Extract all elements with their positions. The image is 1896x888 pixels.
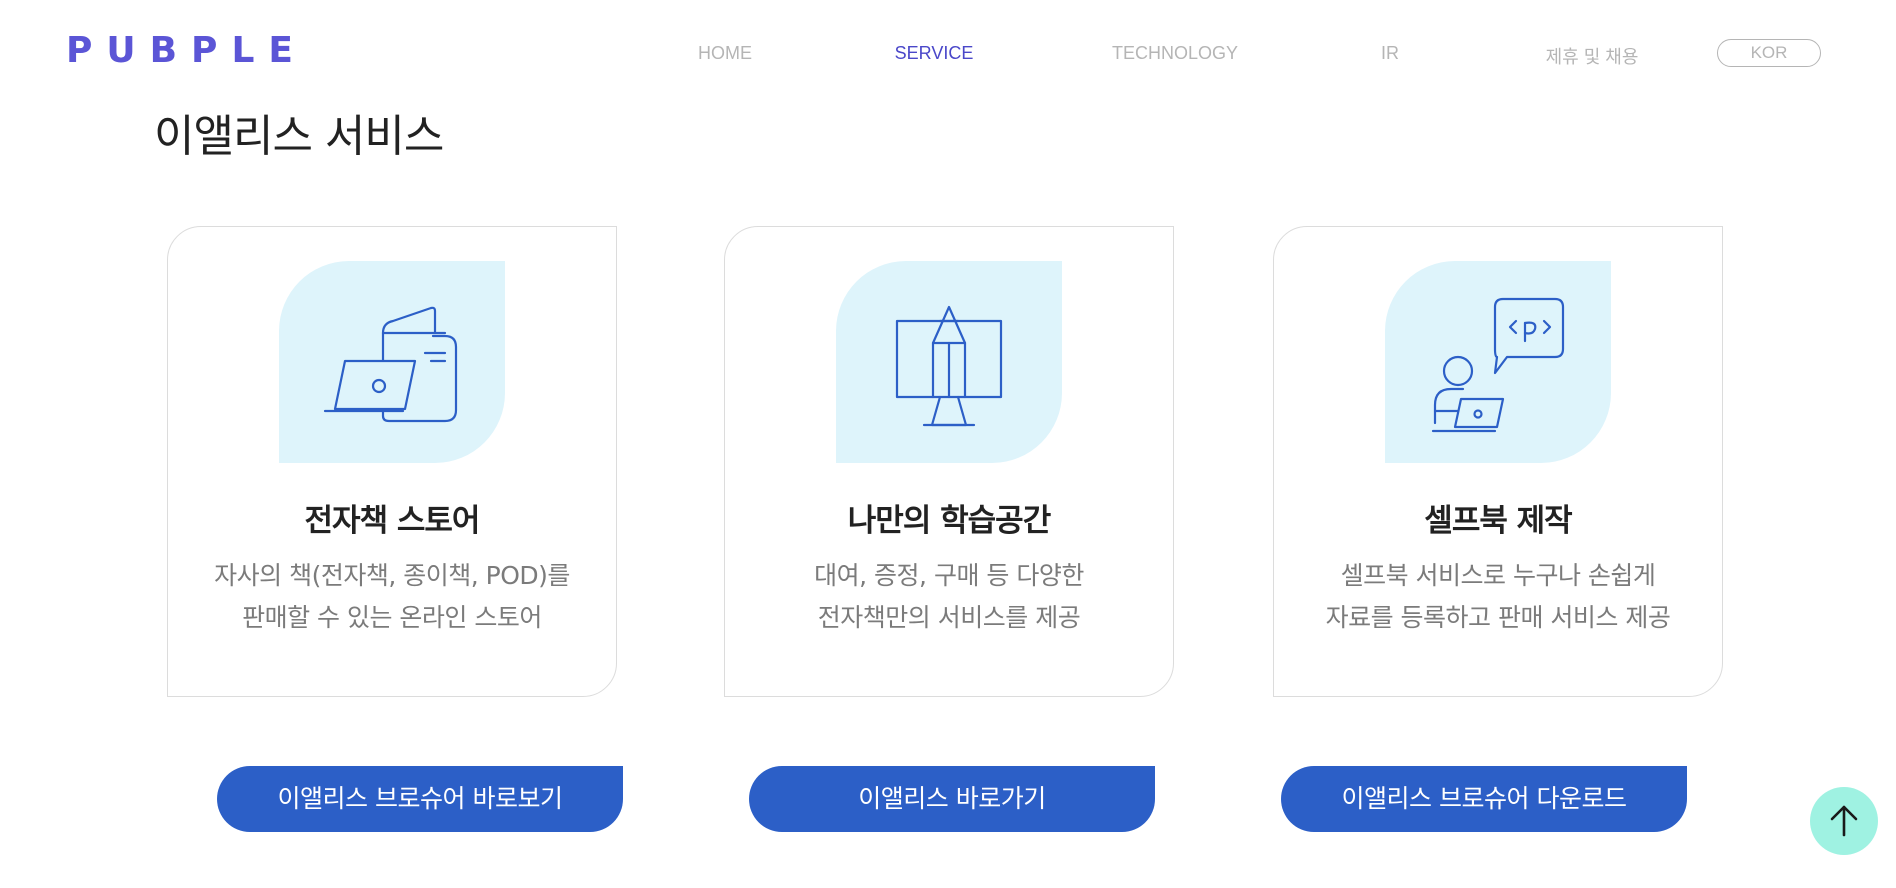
arrow-up-icon — [1830, 805, 1858, 837]
card-icon-background — [836, 261, 1062, 463]
ebook-laptop-icon — [323, 306, 458, 423]
card-description: 자사의 책(전자책, 종이책, POD)를 판매할 수 있는 온라인 스토어 — [168, 555, 616, 639]
service-card-ebook-store: 전자책 스토어 자사의 책(전자책, 종이책, POD)를 판매할 수 있는 온… — [167, 226, 617, 697]
card-description-line: 셀프북 서비스로 누구나 손쉽게 — [1340, 561, 1656, 590]
card-description-line: 판매할 수 있는 온라인 스토어 — [242, 603, 542, 632]
main-nav: HOME SERVICE TECHNOLOGY IR 제휴 및 채용 KOR — [0, 0, 1896, 108]
language-selector[interactable]: KOR — [1717, 39, 1821, 67]
service-card-learning-space: 나만의 학습공간 대여, 증정, 구매 등 다양한 전자책만의 서비스를 제공 — [724, 226, 1174, 697]
nav-partnership-careers[interactable]: 제휴 및 채용 — [1546, 43, 1639, 69]
card-title: 나만의 학습공간 — [847, 503, 1051, 539]
nav-home[interactable]: HOME — [698, 43, 752, 64]
card-description: 대여, 증정, 구매 등 다양한 전자책만의 서비스를 제공 — [725, 555, 1173, 639]
service-card-selfbook: 셀프북 제작 셀프북 서비스로 누구나 손쉽게 자료를 등록하고 판매 서비스 … — [1273, 226, 1723, 697]
nav-ir[interactable]: IR — [1381, 43, 1399, 64]
card-icon-background — [279, 261, 505, 463]
scroll-top-button[interactable] — [1810, 787, 1878, 855]
download-brochure-button[interactable]: 이앨리스 브로슈어 다운로드 — [1281, 766, 1687, 832]
card-title: 셀프북 제작 — [1424, 503, 1572, 539]
person-laptop-code-icon — [1431, 297, 1565, 433]
view-brochure-button[interactable]: 이앨리스 브로슈어 바로보기 — [217, 766, 623, 832]
nav-service[interactable]: SERVICE — [895, 43, 974, 64]
card-description-line: 전자책만의 서비스를 제공 — [817, 603, 1081, 632]
card-description: 셀프북 서비스로 누구나 손쉽게 자료를 등록하고 판매 서비스 제공 — [1274, 555, 1722, 639]
page-title: 이앨리스 서비스 — [154, 111, 444, 162]
pencil-monitor-icon — [895, 305, 1003, 427]
card-title: 전자책 스토어 — [304, 503, 481, 539]
card-icon-background — [1385, 261, 1611, 463]
card-description-line: 자사의 책(전자책, 종이책, POD)를 — [214, 561, 570, 590]
go-to-ellis-button[interactable]: 이앨리스 바로가기 — [749, 766, 1155, 832]
card-description-line: 자료를 등록하고 판매 서비스 제공 — [1325, 603, 1671, 632]
nav-technology[interactable]: TECHNOLOGY — [1112, 43, 1238, 64]
card-description-line: 대여, 증정, 구매 등 다양한 — [814, 561, 1084, 590]
